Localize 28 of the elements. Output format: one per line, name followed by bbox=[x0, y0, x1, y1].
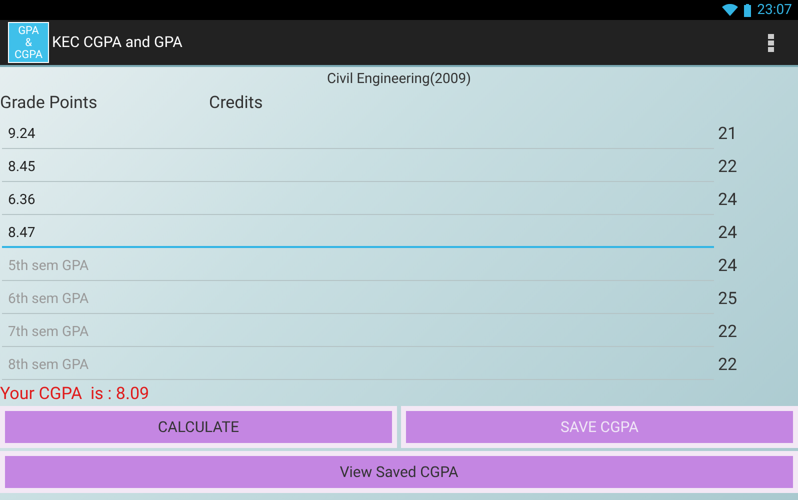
cgpa-result: Your CGPA is : 8.09 bbox=[0, 384, 150, 404]
grade-field[interactable]: 7th sem GPA bbox=[2, 318, 714, 346]
credits-value: 22 bbox=[718, 156, 738, 179]
app-title: KEC CGPA and GPA bbox=[52, 32, 182, 54]
button[interactable]: CALCULATE bbox=[0, 406, 397, 448]
credits-value: 24 bbox=[718, 222, 738, 245]
grade-field[interactable]: 8.47 bbox=[2, 220, 714, 248]
battery-icon bbox=[744, 4, 752, 16]
grade-field[interactable]: 9.24 bbox=[2, 120, 714, 148]
credits-value: 22 bbox=[718, 354, 738, 377]
credits-value: 22 bbox=[718, 320, 738, 344]
credits-value: 25 bbox=[718, 288, 738, 311]
button[interactable]: View Saved CGPA bbox=[0, 451, 798, 493]
column-header: Grade Points bbox=[0, 92, 98, 116]
grade-field[interactable]: 6th sem GPA bbox=[2, 286, 714, 314]
grade-field[interactable]: 5th sem GPA bbox=[2, 252, 714, 280]
credits-value: 21 bbox=[718, 122, 738, 146]
column-header: Credits bbox=[209, 92, 263, 116]
grade-field[interactable]: 6.36 bbox=[2, 186, 714, 214]
wifi-icon bbox=[722, 4, 738, 16]
department-label: Civil Engineering(2009) bbox=[327, 70, 471, 89]
clock: 23:07 bbox=[757, 0, 792, 20]
credits-value: 24 bbox=[718, 188, 738, 212]
grade-field[interactable]: 8th sem GPA bbox=[2, 352, 714, 380]
app-logo: GPA & CGPA bbox=[8, 22, 49, 63]
grade-field[interactable]: 8.45 bbox=[2, 154, 714, 182]
overflow-menu-icon[interactable] bbox=[768, 34, 774, 52]
credits-value: 24 bbox=[718, 254, 738, 278]
